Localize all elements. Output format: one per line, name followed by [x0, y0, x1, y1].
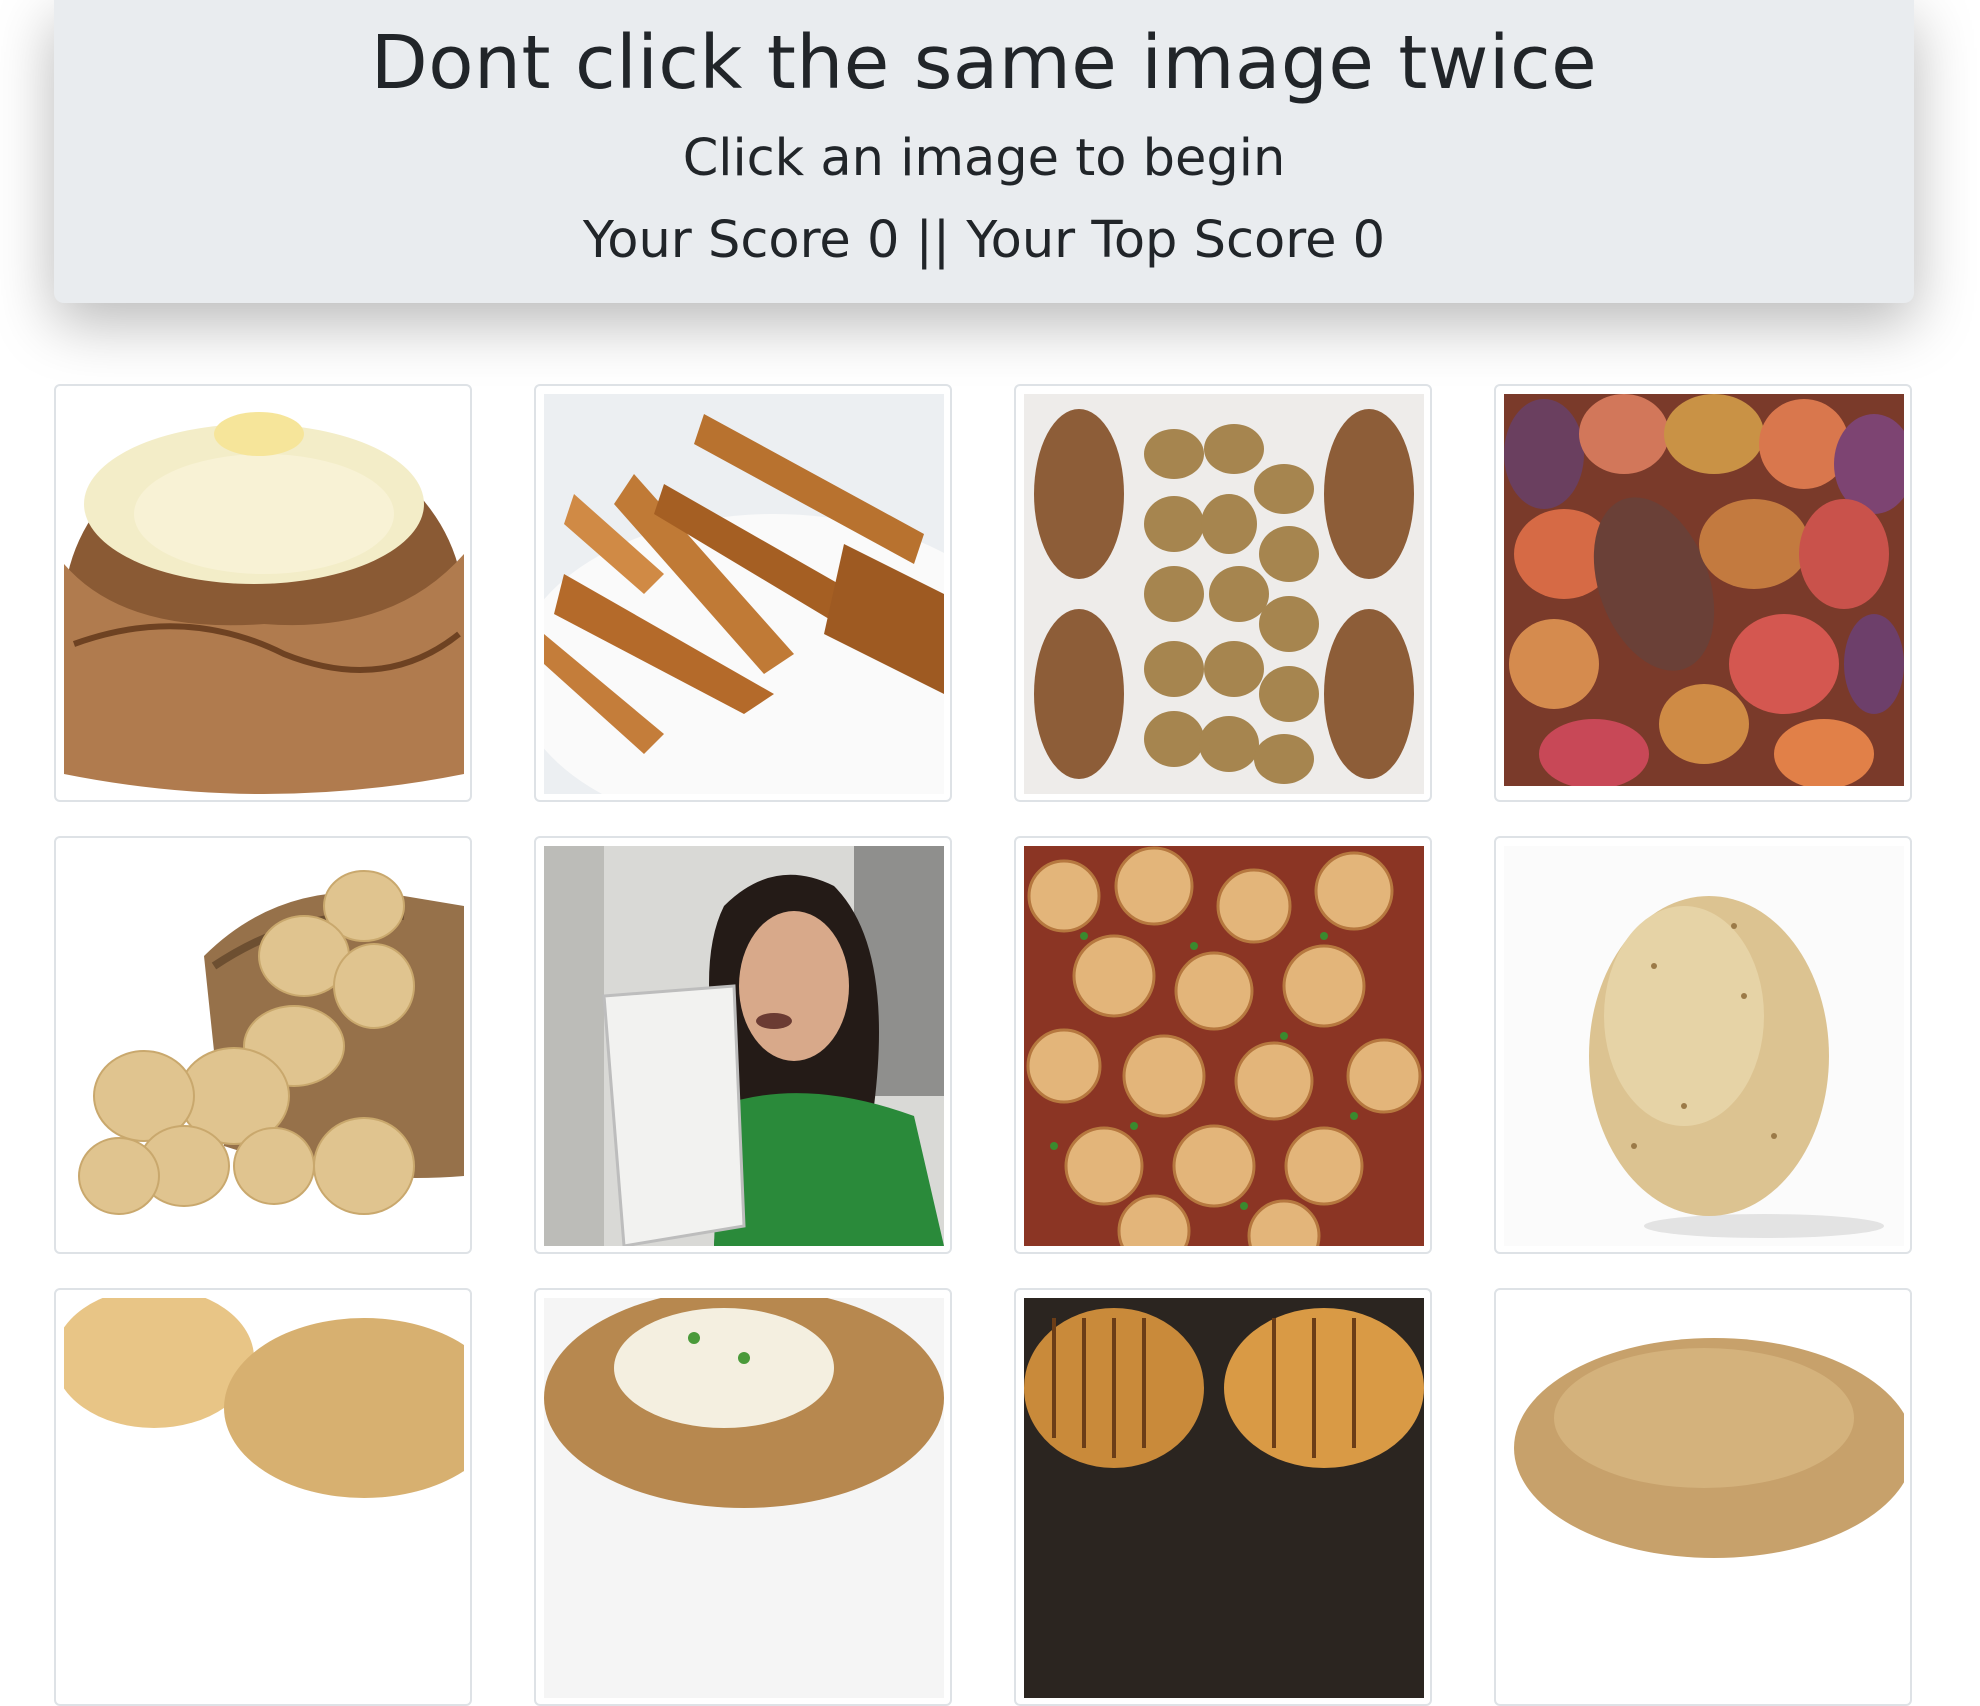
image-card-1[interactable] — [54, 384, 472, 802]
image-card-10[interactable] — [534, 1288, 952, 1706]
mixed-potatoes-image[interactable] — [1504, 394, 1904, 794]
person-photo-image[interactable] — [544, 846, 944, 1246]
page-title: Dont click the same image twice — [370, 20, 1598, 106]
image-card-7[interactable] — [1014, 836, 1432, 1254]
roasted-potatoes-bacon-image[interactable] — [1024, 846, 1424, 1246]
image-card-9[interactable] — [54, 1288, 472, 1706]
potato-closeup-image[interactable] — [1504, 1298, 1904, 1698]
single-potato-image[interactable] — [1504, 846, 1904, 1246]
image-card-3[interactable] — [1014, 384, 1432, 802]
potato-arrangement-image[interactable] — [1024, 394, 1424, 794]
loaded-baked-potato-image[interactable] — [544, 1298, 944, 1698]
image-card-4[interactable] — [1494, 384, 1912, 802]
header-jumbotron: Dont click the same image twice Click an… — [54, 0, 1914, 303]
image-card-12[interactable] — [1494, 1288, 1912, 1706]
hasselback-potatoes-image[interactable] — [1024, 1298, 1424, 1698]
potato-sack-image[interactable] — [64, 846, 464, 1246]
halved-potatoes-image[interactable] — [64, 1298, 464, 1698]
image-card-5[interactable] — [54, 836, 472, 1254]
potato-wedges-image[interactable] — [544, 394, 944, 794]
baked-potato-image[interactable] — [64, 394, 464, 794]
image-card-6[interactable] — [534, 836, 952, 1254]
image-card-8[interactable] — [1494, 836, 1912, 1254]
image-card-2[interactable] — [534, 384, 952, 802]
status-message: Click an image to begin — [682, 129, 1286, 188]
score-display: Your Score 0 || Your Top Score 0 — [582, 211, 1386, 270]
image-card-11[interactable] — [1014, 1288, 1432, 1706]
